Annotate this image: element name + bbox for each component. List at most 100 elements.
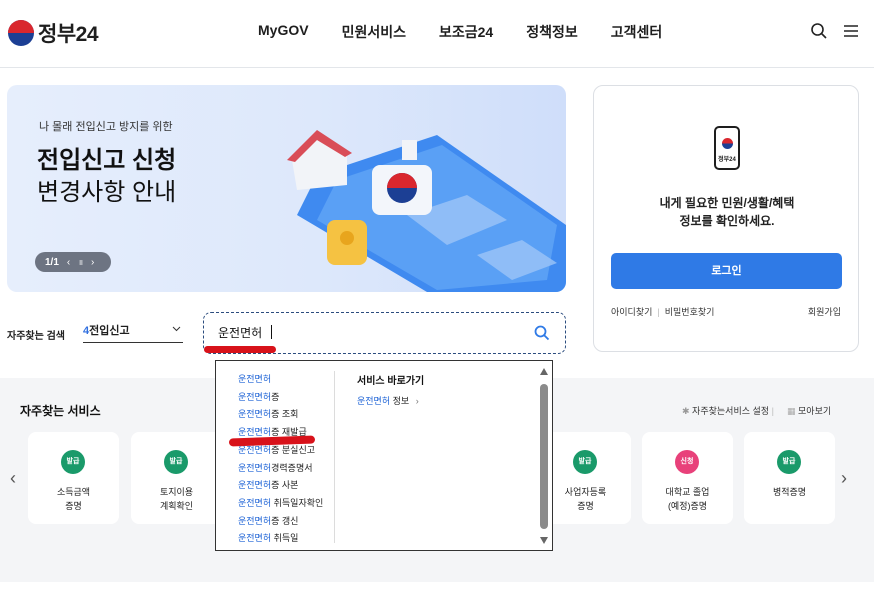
- account-links: 아이디찾기 | 비밀번호찾기: [611, 305, 714, 318]
- apply-badge: 신청: [675, 450, 699, 474]
- suggestion-highlight: 운전면허: [238, 427, 272, 438]
- service-card[interactable]: 발급 소득금액 증명: [28, 432, 119, 524]
- service-card-label: 토지이용 계획확인: [131, 485, 222, 513]
- suggestion-highlight: 운전면허: [238, 497, 272, 508]
- site-header: 정부24 MyGOV 민원서비스 보조금24 정책정보 고객센터: [0, 0, 874, 68]
- suggestion-rest: 경력증명서: [271, 462, 313, 473]
- frequent-search-label: 자주찾는 검색: [7, 331, 65, 342]
- service-card-label-line1: 소득금액: [56, 487, 91, 497]
- suggestion-rest: 취득일자확인: [271, 497, 324, 508]
- logo-text: 정부24: [38, 23, 99, 46]
- service-card-label: 대학교 졸업 (예정)증명: [642, 485, 733, 513]
- suggestion-list: 운전면허 운전면허증 운전면허증 조회 운전면허증 재발급 운전면허증 분실신고…: [238, 371, 323, 548]
- service-card-label-line2: (예정)증명: [667, 501, 708, 511]
- suggestion-highlight: 운전면허: [238, 391, 272, 402]
- phone-icon: 정부24: [714, 126, 740, 170]
- text-caret: [271, 325, 272, 339]
- frequent-settings-link[interactable]: ✱ 자주찾는서비스 설정 |: [682, 404, 774, 417]
- suggestion-item[interactable]: 운전면허 취득일: [238, 530, 323, 548]
- search-input[interactable]: [218, 325, 498, 339]
- chevron-left-icon[interactable]: ‹: [10, 468, 16, 489]
- hero-title-line2: 변경사항 안내: [37, 179, 177, 206]
- suggestion-rest: 취득일: [271, 533, 299, 544]
- login-button[interactable]: 로그인: [611, 253, 842, 289]
- logo[interactable]: 정부24: [8, 18, 99, 48]
- join-link[interactable]: 회원가입: [808, 305, 841, 318]
- suggestion-highlight: 운전면허: [238, 374, 272, 384]
- pager-count: 1/1: [45, 256, 59, 268]
- gear-icon: ✱: [682, 406, 693, 416]
- issue-badge: 발급: [61, 450, 85, 474]
- suggestion-highlight: 운전면허: [238, 409, 272, 420]
- chevron-right-icon: ›: [415, 396, 419, 406]
- service-card[interactable]: 발급 병적증명: [744, 432, 835, 524]
- suggestion-item[interactable]: 운전면허증 사본: [238, 477, 323, 495]
- service-card-label: 소득금액 증명: [28, 485, 119, 513]
- scroll-down-arrow-icon[interactable]: [540, 537, 548, 544]
- quick-link-rest: 정보: [390, 396, 410, 406]
- banner-pager[interactable]: 1/1 ‹ ॥ ›: [35, 252, 111, 272]
- nav-civil-services[interactable]: 민원서비스: [342, 22, 406, 42]
- government-emblem-icon: [8, 20, 34, 46]
- quick-link-highlight: 운전면허: [357, 396, 391, 406]
- login-message: 내게 필요한 민원/생활/혜택 정보를 확인하세요.: [594, 194, 860, 230]
- find-id-link[interactable]: 아이디찾기: [611, 307, 652, 317]
- suggestion-highlight: 운전면허: [238, 515, 272, 526]
- frequent-search-select[interactable]: 4전입신고: [83, 322, 183, 343]
- nav-subsidy24[interactable]: 보조금24: [439, 22, 493, 42]
- suggestion-rest: 증 조회: [271, 409, 299, 420]
- hero-banner[interactable]: 나 몰래 전입신고 방지를 위한 전입신고 신청 변경사항 안내 1/1 ‹ ॥…: [7, 85, 566, 292]
- search-icon[interactable]: [810, 22, 828, 40]
- phone-label: 정부24: [718, 157, 736, 163]
- search-icon[interactable]: [534, 325, 550, 341]
- suggestion-rest: 증 사본: [271, 480, 299, 491]
- service-card[interactable]: 발급 사업자등록 증명: [540, 432, 631, 524]
- suggestion-highlight: 운전면허: [238, 444, 272, 455]
- chevron-right-icon[interactable]: ›: [841, 468, 847, 489]
- service-card[interactable]: 발급 토지이용 계획확인: [131, 432, 222, 524]
- menu-icon[interactable]: [842, 22, 860, 40]
- suggestion-rest: 증 갱신: [271, 515, 299, 526]
- suggestion-item[interactable]: 운전면허증: [238, 389, 323, 407]
- service-card-label-line2: 계획확인: [159, 501, 194, 511]
- dropdown-scrollbar[interactable]: [538, 367, 550, 547]
- suggestion-rest: 증: [271, 391, 280, 402]
- annotation-underline-query: [204, 346, 276, 353]
- suggestion-item[interactable]: 운전면허경력증명서: [238, 460, 323, 478]
- quick-links-title: 서비스 바로가기: [357, 376, 425, 387]
- divider: |: [769, 406, 774, 416]
- autocomplete-dropdown: 운전면허 운전면허증 운전면허증 조회 운전면허증 재발급 운전면허증 분실신고…: [215, 360, 553, 551]
- service-card-label-line1: 토지이용: [159, 487, 194, 497]
- suggestion-item[interactable]: 운전면허 취득일자확인: [238, 495, 323, 513]
- nav-customer-center[interactable]: 고객센터: [611, 22, 663, 42]
- scroll-up-arrow-icon[interactable]: [540, 368, 548, 375]
- chevron-down-icon: [172, 326, 181, 332]
- main-nav: MyGOV 민원서비스 보조금24 정책정보 고객센터: [258, 22, 695, 42]
- service-card[interactable]: 신청 대학교 졸업 (예정)증명: [642, 432, 733, 524]
- scroll-thumb[interactable]: [540, 384, 548, 529]
- grid-icon: ▦: [787, 406, 799, 416]
- issue-badge: 발급: [777, 450, 801, 474]
- suggestion-highlight: 운전면허: [238, 480, 272, 491]
- hero-title-line1: 전입신고 신청: [37, 147, 177, 174]
- login-message-line1: 내게 필요한 민원/생활/혜택: [659, 196, 795, 210]
- service-card-label-line1: 병적증명: [772, 487, 807, 497]
- suggestion-item[interactable]: 운전면허증 조회: [238, 406, 323, 424]
- nav-mygov[interactable]: MyGOV: [258, 22, 309, 42]
- nav-policy-info[interactable]: 정책정보: [526, 22, 578, 42]
- issue-badge: 발급: [164, 450, 188, 474]
- next-icon[interactable]: ›: [91, 257, 94, 268]
- hero-subtitle: 나 몰래 전입신고 방지를 위한: [39, 121, 173, 133]
- quick-link-item[interactable]: 운전면허 정보 ›: [357, 394, 419, 407]
- service-card-label: 사업자등록 증명: [540, 485, 631, 513]
- prev-icon[interactable]: ‹: [67, 257, 70, 268]
- login-message-line2: 정보를 확인하세요.: [679, 214, 775, 228]
- view-all-label: 모아보기: [798, 406, 832, 416]
- suggestion-item[interactable]: 운전면허증 갱신: [238, 513, 323, 531]
- find-password-link[interactable]: 비밀번호찾기: [665, 307, 715, 317]
- service-card-label-line2: 증명: [65, 501, 82, 511]
- view-all-link[interactable]: ▦ 모아보기: [787, 404, 831, 417]
- pause-icon[interactable]: ॥: [78, 257, 83, 268]
- suggestion-item[interactable]: 운전면허: [238, 371, 323, 389]
- login-card: 정부24 내게 필요한 민원/생활/혜택 정보를 확인하세요. 로그인 아이디찾…: [593, 85, 859, 352]
